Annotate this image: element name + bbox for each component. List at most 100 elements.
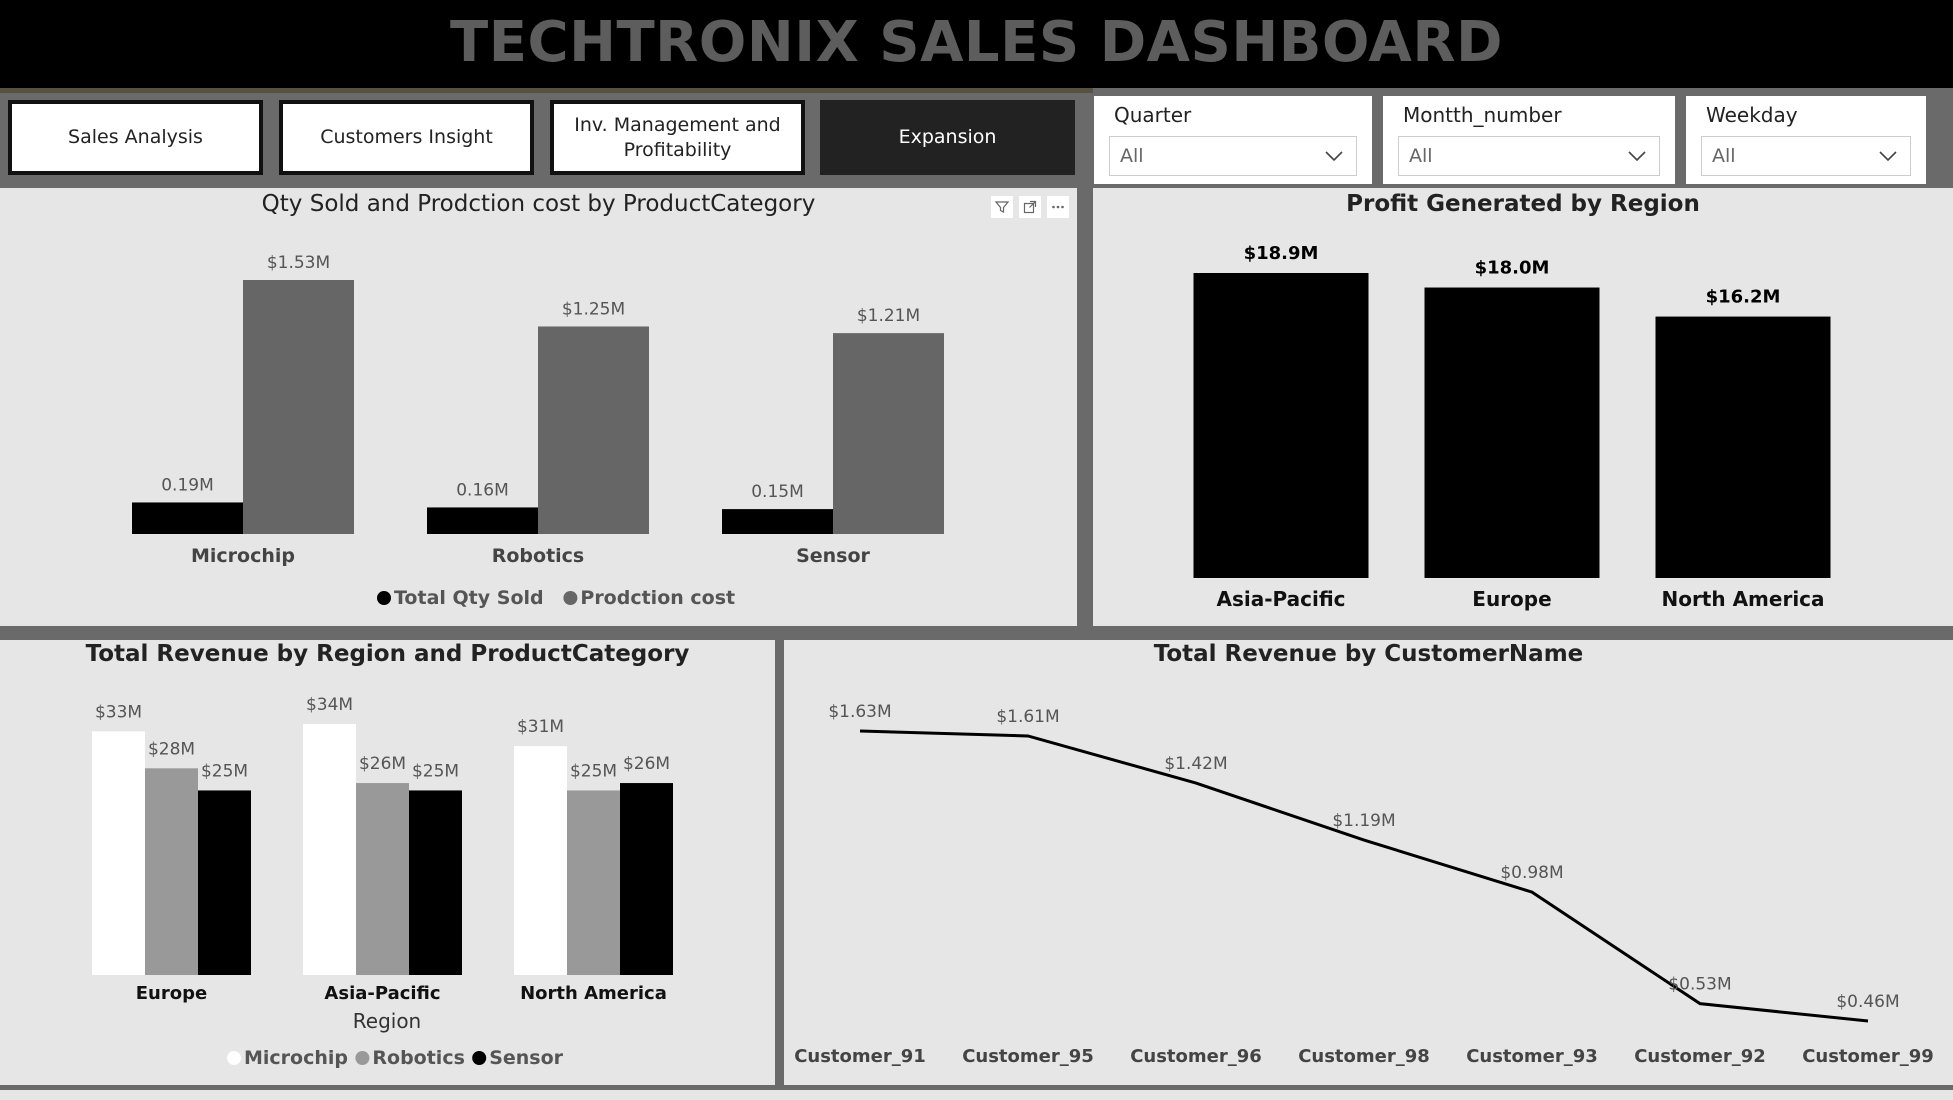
data-label: 0.19M bbox=[161, 475, 214, 495]
bar-profit bbox=[1424, 287, 1600, 578]
customers-insight-button[interactable]: Customers Insight bbox=[279, 100, 534, 175]
weekday-slicer: Weekday All bbox=[1686, 96, 1926, 184]
data-label: $34M bbox=[306, 695, 353, 715]
data-label: 0.16M bbox=[456, 480, 509, 500]
data-label: $1.42M bbox=[1164, 754, 1227, 774]
data-label: $28M bbox=[148, 739, 195, 759]
bar-total-qty-sold bbox=[132, 502, 243, 534]
data-label: 0.15M bbox=[751, 482, 804, 502]
revenue-region-category-panel: Total Revenue by Region and ProductCateg… bbox=[0, 640, 775, 1085]
sales-analysis-button[interactable]: Sales Analysis bbox=[8, 100, 263, 175]
data-label: $1.61M bbox=[996, 707, 1059, 727]
data-label: $33M bbox=[95, 702, 142, 722]
bar-total-qty-sold bbox=[427, 507, 538, 534]
bar-profit bbox=[1193, 273, 1369, 578]
legend-marker bbox=[377, 591, 391, 605]
dashboard-header: TECHTRONIX SALES DASHBOARD bbox=[0, 0, 1953, 88]
quarter-dropdown[interactable]: All bbox=[1109, 136, 1357, 176]
x-tick-label: Asia-Pacific bbox=[324, 983, 440, 1004]
legend-label: Total Qty Sold bbox=[394, 587, 544, 609]
bar-sensor bbox=[620, 783, 673, 975]
x-tick-label: Customer_99 bbox=[1802, 1046, 1934, 1067]
x-tick-label: Customer_98 bbox=[1298, 1046, 1430, 1067]
legend-label: Microchip bbox=[244, 1047, 348, 1069]
data-label: $1.63M bbox=[828, 702, 891, 722]
bar-robotics bbox=[145, 768, 198, 975]
x-tick-label: Customer_96 bbox=[1130, 1046, 1262, 1067]
x-axis-title: Region bbox=[353, 1009, 421, 1033]
data-label: $25M bbox=[201, 761, 248, 781]
data-label: $26M bbox=[359, 754, 406, 774]
legend-marker bbox=[472, 1051, 487, 1065]
x-tick-label: Sensor bbox=[796, 545, 870, 567]
bottom-strip bbox=[0, 1090, 1953, 1100]
quarter-dropdown-value: All bbox=[1120, 145, 1144, 167]
x-tick-label: Europe bbox=[136, 983, 207, 1004]
data-label: $1.21M bbox=[857, 306, 920, 326]
x-tick-label: Customer_95 bbox=[962, 1046, 1094, 1067]
bar-prodction-cost bbox=[243, 280, 354, 534]
data-label: $1.25M bbox=[562, 299, 625, 319]
header-accent-line bbox=[0, 88, 1093, 93]
quarter-slicer: Quarter All bbox=[1094, 96, 1372, 184]
data-label: $0.46M bbox=[1836, 992, 1899, 1012]
bar-microchip bbox=[92, 731, 145, 975]
month-slicer-label: Montth_number bbox=[1403, 103, 1562, 127]
data-label: $0.53M bbox=[1668, 975, 1731, 995]
x-tick-label: Asia-Pacific bbox=[1216, 587, 1345, 611]
chevron-down-icon bbox=[1325, 151, 1343, 162]
month-dropdown[interactable]: All bbox=[1398, 136, 1660, 176]
quarter-slicer-label: Quarter bbox=[1114, 103, 1192, 127]
chevron-down-icon bbox=[1628, 151, 1646, 162]
expansion-button[interactable]: Expansion bbox=[820, 100, 1075, 175]
x-tick-label: North America bbox=[1661, 587, 1824, 611]
bar-sensor bbox=[409, 790, 462, 975]
data-label: $0.98M bbox=[1500, 863, 1563, 883]
bar-total-qty-sold bbox=[722, 509, 833, 534]
data-label: $26M bbox=[623, 754, 670, 774]
x-tick-label: Microchip bbox=[191, 545, 295, 567]
data-label: $16.2M bbox=[1706, 287, 1781, 308]
bar-microchip bbox=[514, 746, 567, 975]
x-tick-label: North America bbox=[520, 983, 667, 1004]
weekday-dropdown[interactable]: All bbox=[1701, 136, 1911, 176]
weekday-dropdown-value: All bbox=[1712, 145, 1736, 167]
inventory-profitability-button[interactable]: Inv. Management and Profitability bbox=[550, 100, 805, 175]
legend-label: Sensor bbox=[489, 1047, 563, 1069]
bar-profit bbox=[1655, 316, 1831, 578]
data-label: $25M bbox=[570, 761, 617, 781]
weekday-slicer-label: Weekday bbox=[1706, 103, 1798, 127]
bar-robotics bbox=[356, 783, 409, 975]
chevron-down-icon bbox=[1879, 151, 1897, 162]
qty-cost-chart-panel: Qty Sold and Prodction cost by ProductCa… bbox=[0, 188, 1077, 626]
bar-prodction-cost bbox=[538, 326, 649, 534]
data-label: $25M bbox=[412, 761, 459, 781]
month-dropdown-value: All bbox=[1409, 145, 1433, 167]
legend-marker bbox=[227, 1051, 241, 1065]
legend-marker bbox=[563, 591, 578, 605]
legend-label: Robotics bbox=[372, 1047, 465, 1069]
bar-robotics bbox=[567, 790, 620, 975]
profit-region-bar-chart: $18.9M Asia-Pacific $18.0M Europe $16.2M Nort… bbox=[1193, 243, 1831, 611]
legend-marker bbox=[355, 1051, 370, 1065]
x-tick-label: Robotics bbox=[492, 545, 585, 567]
data-label: $18.0M bbox=[1475, 258, 1550, 279]
data-label: $1.19M bbox=[1332, 811, 1395, 831]
x-tick-label: Customer_93 bbox=[1466, 1046, 1598, 1067]
x-tick-label: Customer_92 bbox=[1634, 1046, 1766, 1067]
revenue-customer-line-chart: $1.63M Customer_91 $1.61M Customer_95 $1.42M… bbox=[794, 702, 1934, 1067]
revenue-region-category-chart: $33M $28M $25M Europe $34M $26M $25M Asia-Pacif… bbox=[92, 695, 673, 1069]
bar-sensor bbox=[198, 790, 251, 975]
profit-region-chart-panel: Profit Generated by Region $18.9M Asia-Pa… bbox=[1093, 188, 1953, 626]
data-label: $1.53M bbox=[267, 253, 330, 273]
data-label: $31M bbox=[517, 717, 564, 737]
bar-prodction-cost bbox=[833, 333, 944, 534]
qty-cost-bar-chart: 0.19M $1.53M Microchip 0.16M $1.25M Robotics 0… bbox=[132, 253, 944, 609]
month-slicer: Montth_number All bbox=[1383, 96, 1675, 184]
data-label: $18.9M bbox=[1244, 243, 1319, 264]
dashboard-title: TECHTRONIX SALES DASHBOARD bbox=[450, 10, 1503, 75]
revenue-customer-panel: Total Revenue by CustomerName $1.63M Cust… bbox=[784, 640, 1953, 1085]
legend-label: Prodction cost bbox=[580, 587, 735, 609]
x-tick-label: Europe bbox=[1472, 587, 1551, 611]
bar-microchip bbox=[303, 724, 356, 975]
